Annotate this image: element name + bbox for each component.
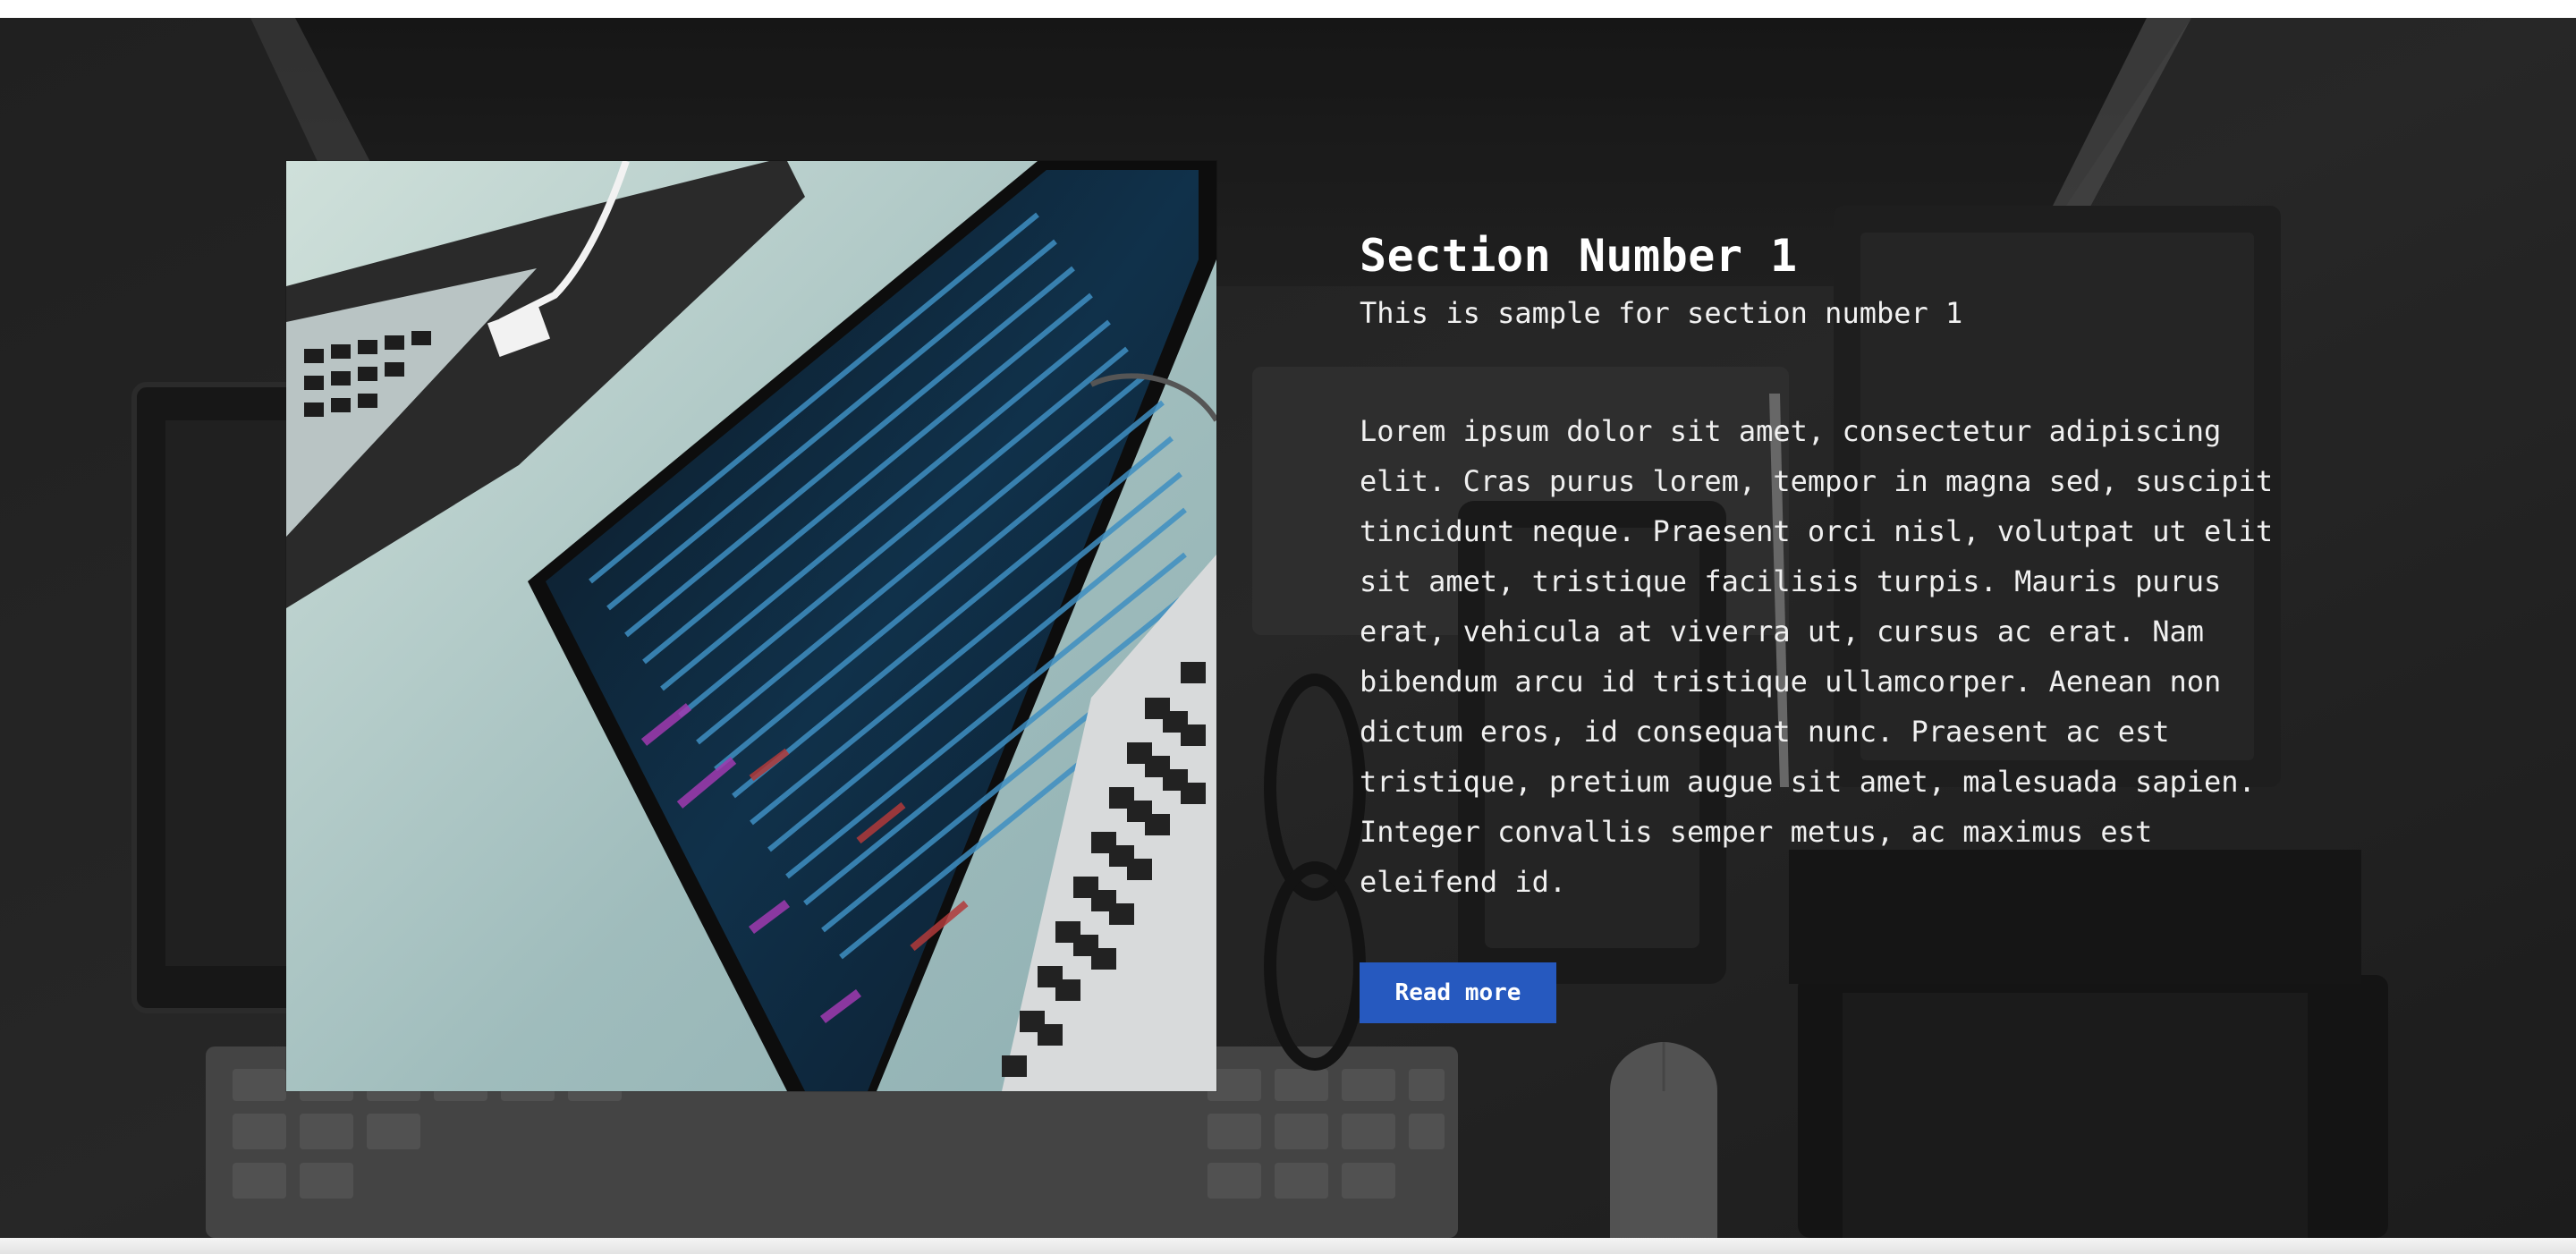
section-body-text: Lorem ipsum dolor sit amet, consectetur … <box>1360 414 2274 899</box>
page: Section Number 1 This is sample for sect… <box>0 0 2576 1254</box>
top-strip <box>0 0 2576 18</box>
bottom-strip <box>0 1238 2576 1254</box>
section-content: Section Number 1 This is sample for sect… <box>1360 227 2290 1023</box>
section-title: Section Number 1 <box>1360 230 1798 282</box>
hero-section: Section Number 1 This is sample for sect… <box>0 18 2576 1238</box>
laptop-code-image <box>286 161 1216 1091</box>
read-more-button[interactable]: Read more <box>1360 962 1556 1023</box>
section-subtitle: This is sample for section number 1 <box>1360 296 1963 330</box>
